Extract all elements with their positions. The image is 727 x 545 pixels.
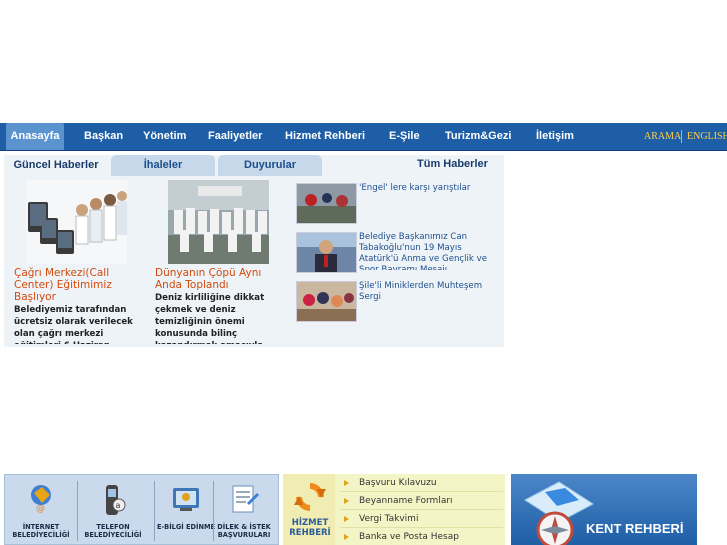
- e-info-icon: [173, 488, 199, 511]
- service-divider: [77, 481, 78, 541]
- arrow-bullet-icon: [344, 480, 349, 486]
- service-label: E-BİLGİ EDİNME: [156, 523, 216, 531]
- arrow-bullet-icon: [344, 498, 349, 504]
- service-label: DİLEK & İSTEK BAŞVURULARI: [217, 523, 271, 539]
- guide-divider: [340, 509, 503, 510]
- guide-link[interactable]: Beyanname Formları: [359, 496, 453, 506]
- guide-link[interactable]: Banka ve Posta Hesap: [359, 532, 459, 542]
- nav-divider: [681, 130, 682, 143]
- side-news-thumbnail[interactable]: [296, 281, 357, 322]
- nav-item-baskan[interactable]: Başkan: [84, 123, 123, 150]
- service-internet[interactable]: @ İNTERNET BELEDİYECİLİĞİ: [8, 479, 74, 545]
- guide-link[interactable]: Vergi Takvimi: [359, 514, 418, 524]
- side-news-link[interactable]: 'Engel' lere karşı yarıştılar: [359, 183, 499, 195]
- call-center-photo[interactable]: [26, 180, 127, 264]
- map-compass-icon: [524, 481, 594, 545]
- nav-item-yonetim[interactable]: Yönetim: [143, 123, 186, 150]
- side-news-link[interactable]: Belediye Başkanımız Can Tabakoğlu'nun 19…: [359, 232, 499, 270]
- featured-story-title[interactable]: Çağrı Merkezi(Call Center) Eğitimimiz Ba…: [14, 267, 134, 303]
- service-e-info[interactable]: E-BİLGİ EDİNME: [153, 479, 219, 545]
- tab-duyurular[interactable]: Duyurular: [218, 155, 322, 176]
- arrow-bullet-icon: [344, 516, 349, 522]
- city-guide-label[interactable]: KENT REHBERİ: [586, 521, 684, 536]
- telephone-icon: a: [106, 485, 126, 515]
- side-news-link[interactable]: Şile'li Miniklerden Muhteşem Sergi: [359, 281, 499, 305]
- service-guide-logo-text: HİZMET REHBERİ: [289, 518, 331, 538]
- nav-item-faaliyetler[interactable]: Faaliyetler: [208, 123, 262, 150]
- refresh-arrows-icon: [294, 483, 326, 511]
- guide-divider: [340, 491, 503, 492]
- service-telephone[interactable]: a TELEFON BELEDİYECİLİĞİ: [80, 479, 146, 545]
- guide-divider: [340, 527, 503, 528]
- language-link[interactable]: ENGLISH: [687, 123, 727, 150]
- nav-item-anasayfa[interactable]: Anasayfa: [6, 123, 64, 150]
- nav-item-turizm-gezi[interactable]: Turizm&Gezi: [445, 123, 511, 150]
- e-services-box: @ İNTERNET BELEDİYECİLİĞİ a TELEFON BELE…: [4, 474, 279, 545]
- internet-icon: @: [31, 485, 51, 514]
- cleanup-photo[interactable]: [168, 180, 269, 264]
- nav-item-hizmet-rehberi[interactable]: Hizmet Rehberi: [285, 123, 365, 150]
- all-news-link[interactable]: Tüm Haberler: [417, 158, 488, 170]
- nav-item-e-sile[interactable]: E-Şile: [389, 123, 420, 150]
- service-guide-logo[interactable]: HİZMET REHBERİ: [283, 474, 335, 545]
- svg-text:a: a: [116, 501, 121, 510]
- featured-story-summary: Deniz kirliliğine dikkat çekmek ve deniz…: [155, 293, 265, 344]
- nav-item-iletisim[interactable]: İletişim: [536, 123, 574, 150]
- service-requests[interactable]: DİLEK & İSTEK BAŞVURULARI: [211, 479, 277, 545]
- service-label: TELEFON BELEDİYECİLİĞİ: [84, 523, 142, 539]
- arrow-bullet-icon: [344, 534, 349, 540]
- guide-link[interactable]: Başvuru Kılavuzu: [359, 478, 437, 488]
- service-label: İNTERNET BELEDİYECİLİĞİ: [12, 523, 70, 539]
- search-link[interactable]: ARAMA: [644, 123, 681, 150]
- svg-text:@: @: [36, 504, 45, 514]
- request-form-icon: [232, 485, 259, 513]
- tab-guncel-haberler[interactable]: Güncel Haberler: [4, 155, 108, 176]
- main-navbar: Anasayfa Başkan Yönetim Faaliyetler Hizm…: [0, 123, 727, 151]
- tab-ihaleler[interactable]: İhaleler: [111, 155, 215, 176]
- side-news-thumbnail[interactable]: [296, 232, 357, 273]
- featured-story-summary: Belediyemiz tarafından ücretsiz olarak v…: [14, 305, 133, 344]
- featured-story-title[interactable]: Dünyanın Çöpü Aynı Anda Toplandı: [155, 267, 275, 291]
- side-news-thumbnail[interactable]: [296, 183, 357, 224]
